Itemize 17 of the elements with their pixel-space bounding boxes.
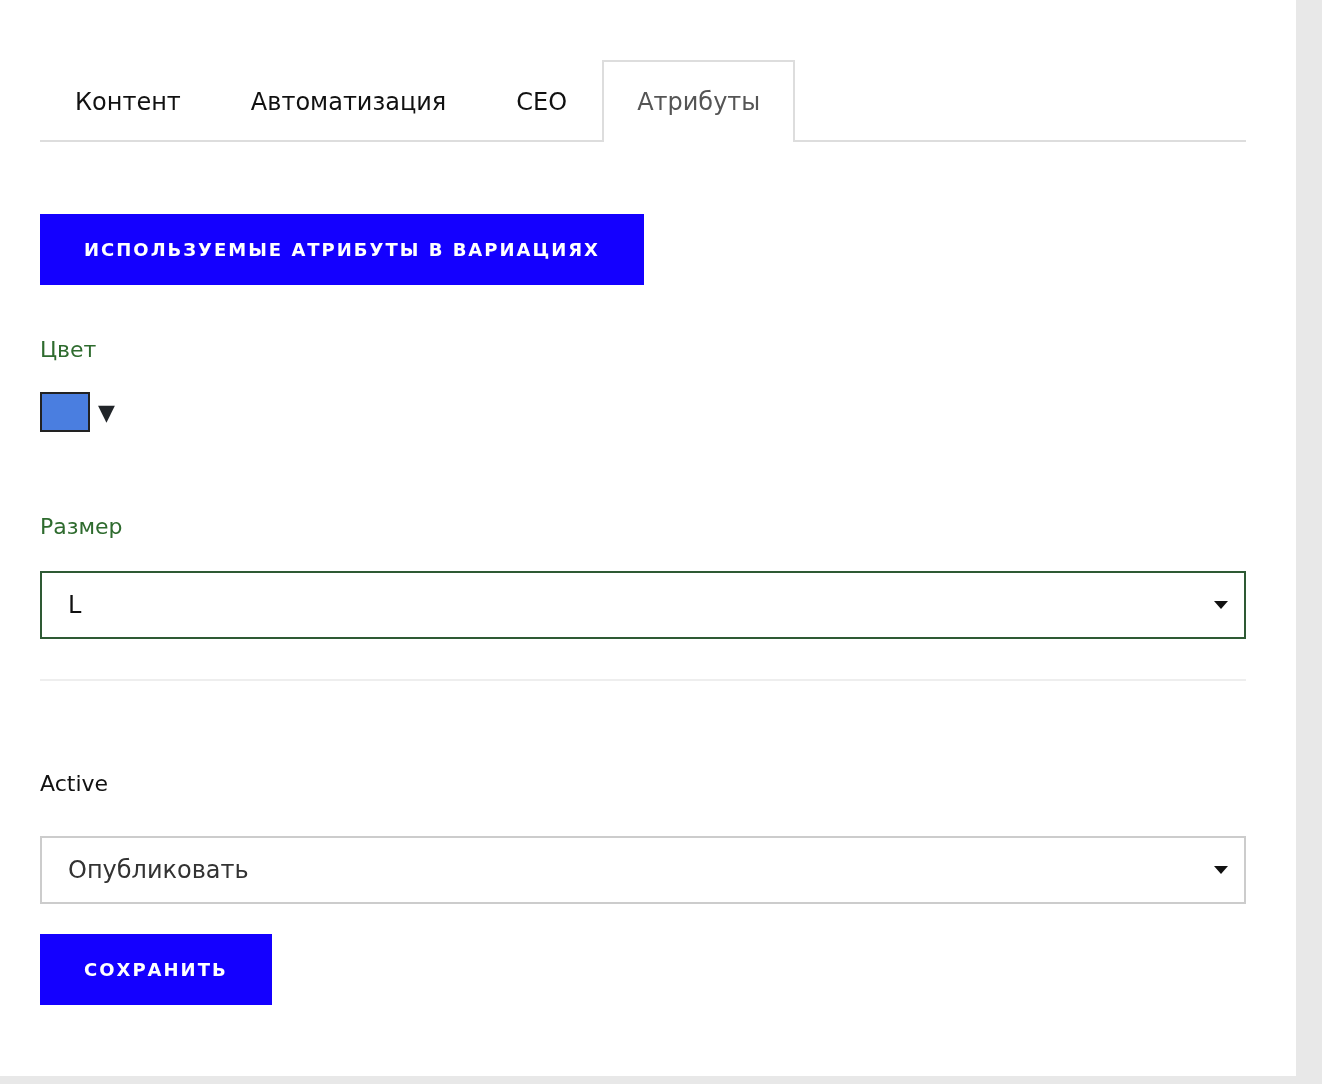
selected-value: L bbox=[68, 590, 82, 621]
tab[interactable]: Атрибуты bbox=[602, 60, 796, 142]
dropdown-arrow[interactable]: ▼ bbox=[98, 395, 115, 429]
color-swatch[interactable] bbox=[40, 392, 90, 432]
size-select[interactable]: L bbox=[40, 571, 1246, 639]
selected-value: Опубликовать bbox=[68, 855, 249, 886]
caret-icon bbox=[1214, 601, 1228, 609]
field-label: Размер bbox=[40, 513, 124, 541]
field-label: Active bbox=[40, 770, 110, 798]
caret-icon bbox=[1214, 866, 1228, 874]
tab[interactable]: Контент bbox=[40, 60, 216, 142]
variations-button[interactable]: ИСПОЛЬЗУЕМЫЕ АТРИБУТЫ В ВАРИАЦИЯХ bbox=[40, 214, 644, 285]
field-label: Цвет bbox=[40, 336, 98, 364]
status-select[interactable]: Опубликовать bbox=[40, 836, 1246, 904]
tab[interactable]: Автоматизация bbox=[215, 60, 482, 142]
tab[interactable]: CEO bbox=[481, 60, 603, 142]
save-button[interactable]: СОХРАНИТЬ bbox=[40, 934, 272, 1005]
